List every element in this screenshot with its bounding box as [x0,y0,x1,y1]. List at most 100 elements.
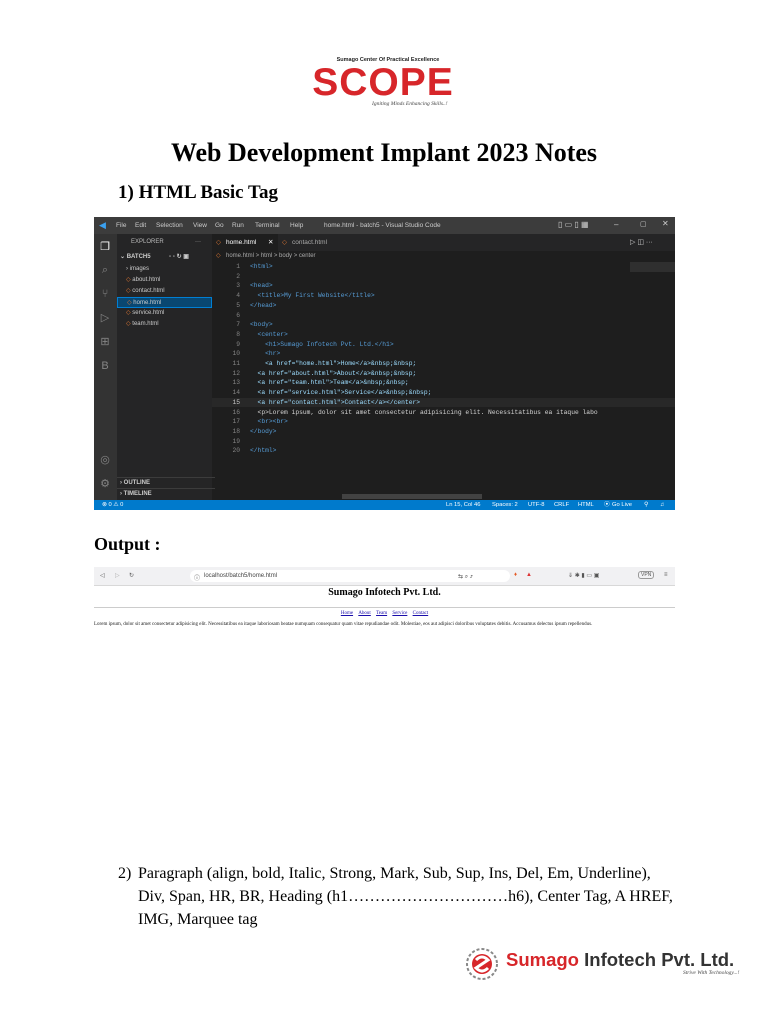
tab-label: home.html [226,239,257,246]
vscode-status-bar: ⊗ 0 ⚠ 0 Ln 15, Col 46 Spaces: 2 UTF-8 CR… [94,500,675,510]
lorem-paragraph: Lorem ipsum, dolor sit amet consectetur … [94,622,593,627]
tab-close-icon[interactable]: ✕ [268,234,273,251]
line-number: 6 [236,311,240,319]
tree-item-label: service.html [132,310,165,316]
forward-icon[interactable]: ▷ [115,572,120,579]
nav-link-service[interactable]: Service [392,611,407,616]
tree-item-label: home.html [133,300,162,306]
notifications-icon[interactable]: ♫ [660,500,664,510]
vscode-window-title: home.html - batch5 - Visual Studio Code [324,222,441,229]
code-line: <body> [250,321,273,329]
line-number: 1 [236,263,240,270]
nav-link-home[interactable]: Home [341,611,353,616]
breadcrumb-path[interactable]: home.html > html > body > center [226,251,316,261]
address-bar[interactable]: ⓘ localhost/batch5/home.html ⇆ ⌕ ⤴ [190,570,510,582]
line-number: 13 [232,379,240,387]
tree-item-label: contact.html [132,288,165,294]
explorer-more-icon[interactable]: ··· [195,237,209,248]
tree-item-service[interactable]: ◇ service.html [117,308,221,319]
accounts-icon[interactable]: ◎ [98,453,112,467]
menu-help[interactable]: Help [290,222,303,229]
share-icon[interactable]: ⇆ ⌕ ⤴ [458,573,473,581]
code-line: <hr> [250,350,281,358]
tree-item-images[interactable]: › images [117,264,221,275]
line-number: 16 [232,408,240,416]
chevron-down-icon: ⌄ [120,254,127,260]
nav-link-team[interactable]: Team [376,611,387,616]
line-number: 15 [232,398,240,406]
search-icon[interactable]: ⌕ [98,263,112,277]
encoding-status[interactable]: UTF-8 [528,500,544,510]
tree-item-label: about.html [132,277,161,283]
menu-view[interactable]: View [193,222,207,229]
tree-item-contact[interactable]: ◇ contact.html [117,286,221,297]
line-number: 10 [232,350,240,358]
vscode-explorer: EXPLORER ··· ⌄ BATCH5 ▫ ▫ ↻ ▣ › images ◇… [117,234,215,500]
indentation-status[interactable]: Spaces: 2 [492,500,518,510]
address-url: localhost/batch5/home.html [204,573,278,579]
tree-item-home[interactable]: ◇ home.html [117,297,212,308]
vscode-logo-icon: ◀ [99,220,106,230]
menu-run[interactable]: Run [232,222,244,229]
folder-batch5[interactable]: ⌄ BATCH5 ▫ ▫ ↻ ▣ [117,252,215,263]
code-line: </body> [250,427,277,435]
code-editor[interactable]: 1 <html> 2 3 <head> 4 <title>My First Webs… [212,262,675,500]
code-line: <html> [250,263,273,270]
settings-gear-icon[interactable]: ⚙ [98,477,112,491]
extension-b-icon[interactable]: B [98,359,112,373]
tree-item-label: team.html [132,321,159,327]
extensions-icon[interactable]: ⊞ [98,335,112,349]
vscode-titlebar: ◀ File Edit Selection View Go Run Termin… [94,217,675,234]
menu-terminal[interactable]: Terminal [255,222,280,229]
timeline-section[interactable]: › TIMELINE [117,488,215,500]
eol-status[interactable]: CRLF [554,500,569,510]
nav-link-about[interactable]: About [358,611,371,616]
editor-actions-icon[interactable]: ▷ ◫ ··· [630,238,653,246]
nav-link-contact[interactable]: Contact [413,611,429,616]
language-status[interactable]: HTML [578,500,594,510]
vscode-activity-bar: ❐ ⌕ ⑂ ▷ ⊞ B ◎ ⚙ [94,234,117,500]
sumago-logo-text: Sumago Infotech Pvt. Ltd. [506,949,734,971]
menu-selection[interactable]: Selection [156,222,183,229]
rewards-icon[interactable]: ▲ [526,572,532,578]
minimap[interactable] [630,262,675,272]
close-icon[interactable]: ✕ [662,219,669,228]
menu-file[interactable]: File [116,222,126,229]
line-number: 2 [236,272,240,280]
explorer-title: EXPLORER [131,239,164,245]
menu-go[interactable]: Go [215,222,224,229]
tab-contact-html[interactable]: ◇ contact.html [278,234,352,251]
tab-home-html[interactable]: ◇ home.html ✕ [212,234,278,251]
line-number: 8 [236,330,240,338]
tree-item-team[interactable]: ◇ team.html [117,319,221,330]
code-line: <h1>Sumago Infotech Pvt. Ltd.</h1> [250,340,394,348]
account-status-icon[interactable]: ⚲ [644,500,648,510]
brave-shield-icon[interactable]: ♦ [514,572,517,578]
layout-toggles-icon[interactable]: ▯ ▭ ▯ ▦ [558,220,589,229]
minimize-icon[interactable]: – [614,220,618,229]
menu-edit[interactable]: Edit [135,222,146,229]
explorer-icon[interactable]: ❐ [98,240,112,254]
nav-links: Home About Team Service Contact [94,611,675,616]
tree-item-about[interactable]: ◇ about.html [117,275,221,286]
problems-status[interactable]: ⊗ 0 ⚠ 0 [102,500,123,510]
line-number: 17 [232,418,240,426]
menu-icon[interactable]: ≡ [664,572,668,578]
line-number: 12 [232,369,240,377]
source-control-icon[interactable]: ⑂ [98,287,112,301]
back-icon[interactable]: ◁ [100,572,105,579]
horizontal-scrollbar[interactable] [342,494,482,499]
vpn-button[interactable]: VPN [638,571,655,579]
sumago-tagline: Strive With Technology...! [683,970,740,976]
line-number: 20 [232,447,240,455]
extensions-icons[interactable]: ⇓ ✱ ▮ ▭ ▣ [568,572,599,579]
broadcast-icon: ⦿ [604,502,610,508]
html-file-icon: ◇ [216,239,221,246]
cursor-position[interactable]: Ln 15, Col 46 [446,500,480,510]
maximize-icon[interactable]: ▢ [640,220,647,228]
go-live-button[interactable]: Go Live [612,500,632,510]
run-debug-icon[interactable]: ▷ [98,311,112,325]
reload-icon[interactable]: ↻ [129,572,134,579]
new-file-icons[interactable]: ▫ ▫ ↻ ▣ [169,252,189,263]
code-line: <head> [250,282,273,290]
